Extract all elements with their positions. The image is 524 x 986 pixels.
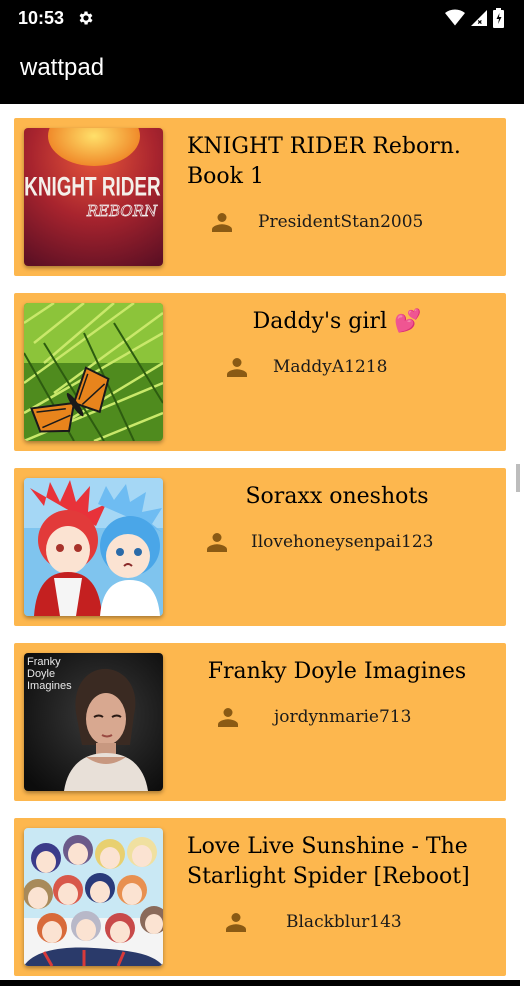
person-icon: [207, 533, 227, 552]
person-icon: [226, 913, 246, 932]
story-card[interactable]: Soraxx oneshots Ilovehoneysenpai123: [14, 468, 506, 626]
story-list[interactable]: KNIGHT RIDER REBORN KNIGHT RIDER Reborn.…: [0, 104, 520, 980]
author-row[interactable]: jordynmarie713: [216, 705, 411, 729]
story-author: MaddyA1218: [273, 357, 388, 377]
story-author: Ilovehoneysenpai123: [251, 532, 434, 552]
story-card[interactable]: Franky Doyle Imagines Franky Doyle Imagi…: [14, 643, 506, 801]
status-icons: [445, 8, 504, 28]
cover-title-line3: Imagines: [27, 680, 72, 692]
right-edge: [520, 104, 524, 986]
author-row[interactable]: Ilovehoneysenpai123: [205, 530, 433, 554]
story-cover: [24, 303, 163, 441]
story-title[interactable]: Franky Doyle Imagines: [187, 657, 487, 687]
cover-title-line2: Doyle: [27, 668, 55, 680]
story-author: Blackblur143: [286, 912, 402, 932]
person-icon: [218, 708, 238, 727]
signal-icon: [471, 10, 487, 26]
person-icon: [227, 358, 247, 377]
story-title[interactable]: KNIGHT RIDER Reborn. Book 1: [187, 132, 487, 192]
story-author: jordynmarie713: [274, 707, 412, 727]
story-card[interactable]: KNIGHT RIDER REBORN KNIGHT RIDER Reborn.…: [14, 118, 506, 276]
story-title[interactable]: Soraxx oneshots: [187, 482, 487, 512]
status-time: 10:53: [18, 8, 65, 28]
status-bar: 10:53: [0, 0, 524, 36]
battery-icon: [493, 8, 504, 28]
app-title: wattpad: [20, 54, 105, 81]
story-cover: KNIGHT RIDER REBORN: [24, 128, 163, 266]
cover-title-line1: Franky: [27, 656, 61, 668]
story-title[interactable]: Love Live Sunshine - The Starlight Spide…: [187, 832, 487, 892]
story-cover: [24, 478, 163, 616]
story-author: PresidentStan2005: [258, 212, 424, 232]
story-cover: [24, 828, 163, 966]
author-row[interactable]: Blackblur143: [224, 910, 402, 934]
person-icon: [212, 213, 232, 232]
story-cover: Franky Doyle Imagines: [24, 653, 163, 791]
cover-title-line1: KNIGHT RIDER: [24, 171, 160, 201]
cover-title-line2: REBORN: [86, 202, 158, 220]
story-card[interactable]: Love Live Sunshine - The Starlight Spide…: [14, 818, 506, 976]
author-row[interactable]: MaddyA1218: [225, 355, 387, 379]
story-card[interactable]: Daddy's girl 💕 MaddyA1218: [14, 293, 506, 451]
author-row[interactable]: PresidentStan2005: [210, 210, 423, 234]
story-title[interactable]: Daddy's girl 💕: [187, 307, 487, 337]
wifi-icon: [445, 9, 465, 26]
app-bar: wattpad: [0, 36, 524, 104]
gear-icon: [79, 11, 93, 25]
